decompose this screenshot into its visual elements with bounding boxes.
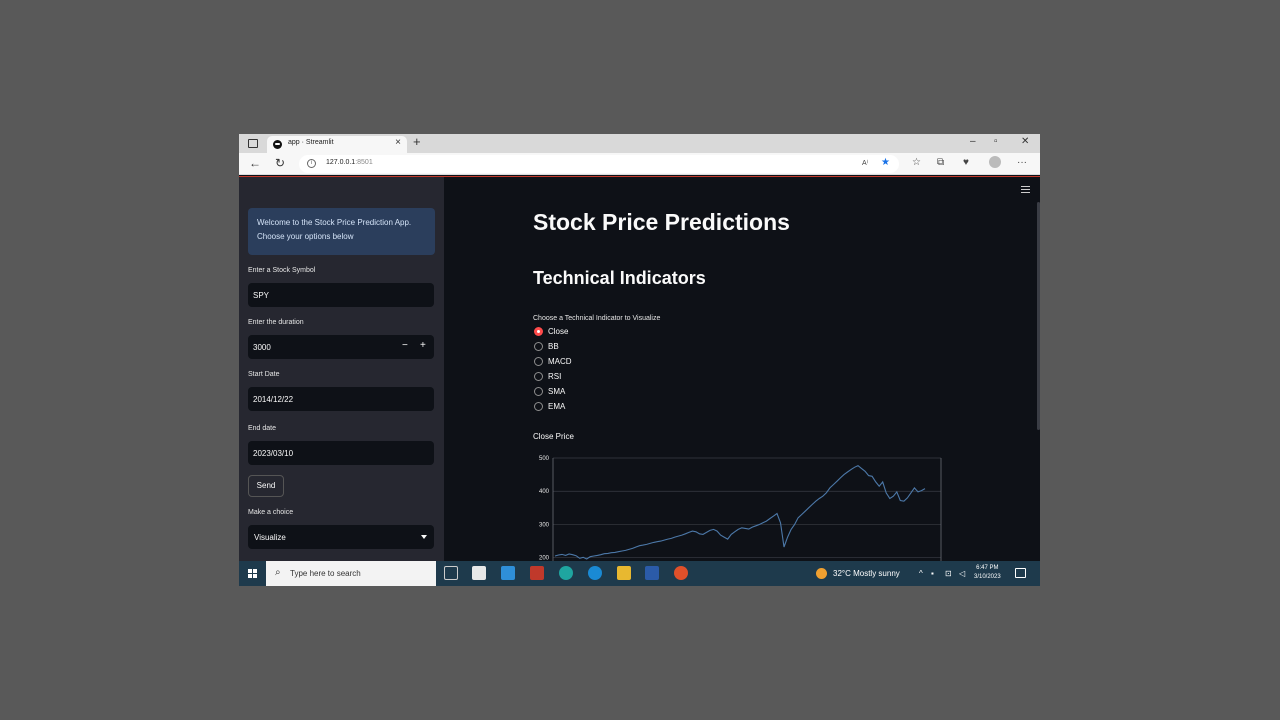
choice-select[interactable]: Visualize (248, 525, 434, 549)
office-app-icon[interactable] (530, 566, 544, 580)
close-price-chart: 200300400500 (539, 456, 942, 561)
ubuntu-app-icon[interactable] (674, 566, 688, 580)
section-title: Technical Indicators (533, 268, 706, 288)
browser-tab-strip: app · Streamlit × + – ▫ ✕ (239, 134, 1040, 153)
weather-text[interactable]: 32°C Mostly sunny (833, 569, 900, 578)
taskbar-clock[interactable]: 6:47 PM 3/10/2023 (974, 564, 1001, 582)
store-app-icon[interactable] (472, 566, 486, 580)
taskbar-search[interactable]: ⌕ Type here to search (266, 561, 436, 586)
start-date-input[interactable]: 2014/12/22 (248, 387, 434, 411)
sidebar: Welcome to the Stock Price Prediction Ap… (239, 177, 444, 561)
collections-icon[interactable]: ⧉ (937, 157, 944, 168)
browser-toolbar: ← ↻ i 127.0.0.1:8501 A⁾ ★ ☆ ⧉ ♥ ··· (239, 153, 1040, 175)
new-tab-icon[interactable]: + (413, 134, 421, 149)
radio-button-icon[interactable] (534, 387, 543, 396)
increment-button[interactable]: + (420, 340, 426, 351)
page-title: Stock Price Predictions (533, 209, 790, 235)
minimize-icon[interactable]: – (970, 136, 976, 147)
close-window-icon[interactable]: ✕ (1021, 136, 1029, 147)
tray-app-icon[interactable]: ▪ (931, 569, 934, 578)
mail-app-icon[interactable] (501, 566, 515, 580)
y-tick-label: 500 (539, 456, 550, 462)
volume-icon[interactable]: ◁ (959, 569, 965, 578)
streamlit-favicon-icon (273, 140, 282, 149)
duration-input[interactable]: 3000 − + (248, 335, 434, 359)
symbol-label: Enter a Stock Symbol (248, 267, 316, 274)
windows-taskbar: ⌕ Type here to search 32°C Mostly sunny … (239, 561, 1040, 586)
radio-option-label: EMA (548, 402, 566, 411)
indicator-radio-label: Choose a Technical Indicator to Visualiz… (533, 315, 661, 322)
screen: app · Streamlit × + – ▫ ✕ ← ↻ i 127.0.0.… (239, 134, 1040, 586)
y-tick-label: 400 (539, 489, 550, 495)
radio-button-icon[interactable] (534, 357, 543, 366)
word-app-icon[interactable] (645, 566, 659, 580)
decrement-button[interactable]: − (402, 340, 408, 351)
choice-value: Visualize (254, 533, 286, 542)
network-icon[interactable]: ⊡ (945, 569, 952, 578)
tab-actions-icon[interactable] (247, 137, 259, 149)
read-aloud-icon[interactable]: A⁾ (862, 159, 868, 167)
favorites-icon[interactable]: ☆ (912, 157, 921, 168)
main-content: Stock Price Predictions Technical Indica… (444, 177, 1040, 561)
back-icon[interactable]: ← (249, 156, 261, 170)
site-info-icon[interactable]: i (307, 159, 316, 168)
more-menu-icon[interactable]: ··· (1017, 157, 1027, 168)
chevron-up-icon[interactable]: ^ (919, 569, 923, 578)
start-date-label: Start Date (248, 371, 280, 378)
tab-title: app · Streamlit (288, 139, 334, 146)
close-price-line (554, 464, 926, 560)
end-date-input[interactable]: 2023/03/10 (248, 441, 434, 465)
choice-label: Make a choice (248, 509, 294, 516)
refresh-icon[interactable]: ↻ (275, 156, 285, 170)
favorite-star-icon[interactable]: ★ (881, 157, 890, 168)
url-text[interactable]: 127.0.0.1:8501 (326, 159, 373, 166)
y-tick-label: 300 (539, 522, 550, 528)
radio-option-label: Close (548, 327, 569, 336)
task-view-icon[interactable] (444, 566, 458, 580)
radio-button-icon[interactable] (534, 342, 543, 351)
search-icon: ⌕ (275, 567, 281, 578)
scrollbar[interactable] (1037, 202, 1040, 430)
radio-button-icon[interactable] (534, 327, 543, 336)
hamburger-menu-icon[interactable] (1021, 186, 1030, 193)
skype-app-icon[interactable] (588, 566, 602, 580)
browser-essentials-icon[interactable]: ♥ (963, 157, 969, 168)
send-button[interactable]: Send (248, 475, 284, 497)
duration-label: Enter the duration (248, 319, 304, 326)
weather-icon (816, 568, 827, 579)
duration-value: 3000 (253, 343, 271, 352)
search-placeholder: Type here to search (290, 569, 361, 578)
windows-start-icon[interactable] (248, 569, 258, 579)
file-explorer-icon[interactable] (617, 566, 631, 580)
end-date-label: End date (248, 425, 277, 432)
chevron-down-icon (421, 535, 427, 539)
radio-option-label: MACD (548, 357, 572, 366)
radio-option-label: RSI (548, 372, 562, 381)
edge-app-icon[interactable] (559, 566, 573, 580)
restore-icon[interactable]: ▫ (994, 136, 998, 147)
tab-close-icon[interactable]: × (395, 137, 401, 148)
clock-date: 3/10/2023 (974, 574, 1001, 580)
address-bar[interactable]: i 127.0.0.1:8501 (299, 155, 899, 173)
radio-option-label: BB (548, 342, 559, 351)
profile-avatar[interactable] (989, 156, 1001, 168)
radio-button-icon[interactable] (534, 372, 543, 381)
browser-tab[interactable]: app · Streamlit × (267, 136, 407, 153)
welcome-info-box: Welcome to the Stock Price Prediction Ap… (248, 208, 435, 255)
radio-button-icon[interactable] (534, 402, 543, 411)
chart-title: Close Price (533, 432, 574, 441)
symbol-input[interactable]: SPY (248, 283, 434, 307)
notification-icon[interactable] (1015, 568, 1026, 578)
clock-time: 6:47 PM (976, 565, 999, 571)
radio-option-label: SMA (548, 387, 566, 396)
